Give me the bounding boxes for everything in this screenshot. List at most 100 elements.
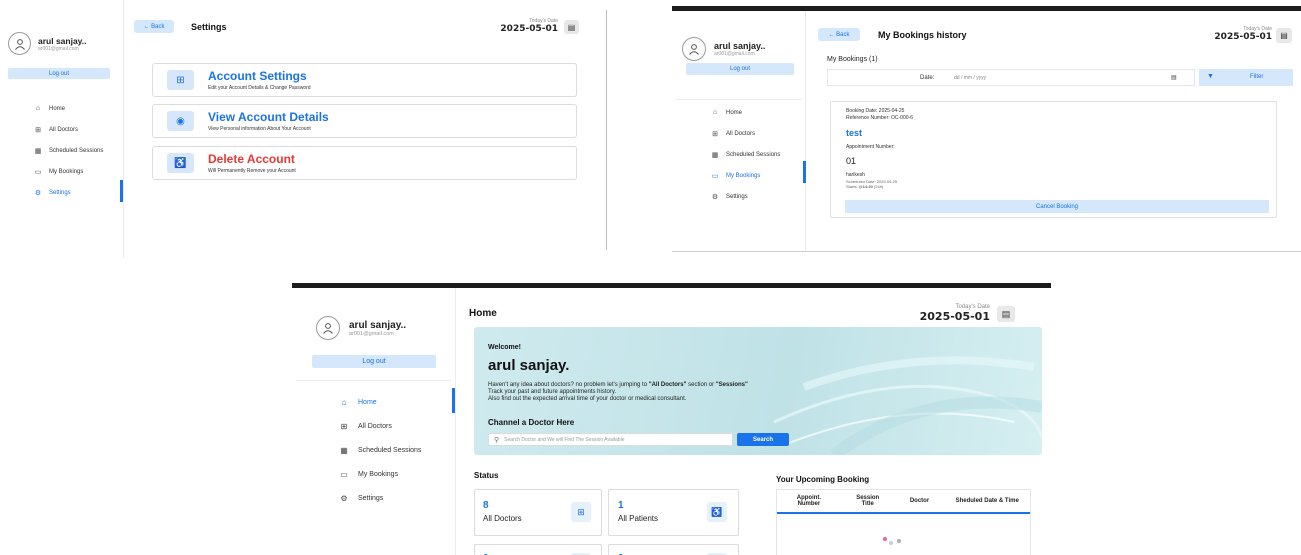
stat-label: All Patients [618,514,659,523]
panel-bottom-border [672,251,1301,252]
sidebar-item-label: Scheduled Sessions [726,151,781,158]
avatar [8,32,31,55]
cancel-booking-button[interactable]: Cancel Booking [845,200,1269,213]
stat-value: 1 [618,500,624,511]
sidebar: arul sanjay.. ar001@gmail.com Log out ⌂ H… [672,11,806,252]
home-screen: arul sanjay.. ar001@gmail.com Log out ⌂ H… [292,283,1051,555]
welcome-text: Welcome! [488,344,521,351]
building-icon: ⊞ [712,130,718,138]
card-desc: Will Permanently Remove your Account [208,168,296,174]
profile: arul sanjay.. ar001@gmail.com [8,32,87,55]
calendar-icon: ▦ [34,147,42,155]
active-indicator [120,180,123,202]
date-filter-label: Date: [920,74,935,81]
bookmark-icon: ▭ [34,168,42,176]
welcome-line-2: Track your past and future appointments … [488,389,617,395]
all-doctors-link: "All Doctors" [648,382,687,388]
wheelchair-icon: ♿ [707,502,727,522]
sidebar-item-my-bookings[interactable]: ▭ My Bookings [338,462,421,486]
sidebar-menu: ⌂ Home ⊞ All Doctors ▦ Scheduled Sessions ▭… [710,102,781,207]
card-title: Delete Account [208,152,295,166]
calendar-icon: ▤ [1280,31,1288,40]
stat-label: All Doctors [483,514,522,523]
back-button[interactable]: ← Back [818,28,860,41]
channel-heading: Channel a Doctor Here [488,418,575,427]
stat-value: 8 [483,500,489,511]
active-indicator [803,161,806,183]
sidebar-item-all-doctors[interactable]: ⊞ All Doctors [33,119,103,140]
sidebar-item-home[interactable]: ⌂ Home [338,390,421,414]
stat-card-doctors[interactable]: 8 All Doctors ⊞ [474,489,602,536]
today-date: Today's Date 2025-05-01 [1206,26,1272,42]
account-settings-card[interactable]: ⊞ Account Settings Edit your Account Deta… [152,63,577,97]
calendar-button[interactable]: ▤ [997,306,1015,322]
upcoming-heading: Your Upcoming Booking [776,475,870,484]
sidebar-item-home[interactable]: ⌂ Home [33,98,103,119]
delete-account-card[interactable]: ♿ Delete Account Will Permanently Remove … [152,146,577,180]
date-input[interactable]: dd / mm / yyyy [954,75,986,81]
sidebar-item-label: My Bookings [726,172,761,179]
user-email: ar001@gmail.com [38,45,79,52]
avatar [316,316,340,340]
page-title: Home [469,308,497,319]
avatar [682,37,706,61]
calendar-icon: ▦ [340,445,348,455]
calendar-icon: ▤ [567,22,576,32]
search-button[interactable]: Search [737,433,789,446]
bookmark-icon: ▭ [340,469,348,479]
welcome-banner: Welcome! arul sanjay. Haven't any idea a… [474,327,1042,455]
date-value: 2025-05-01 [919,310,990,323]
calendar-button[interactable]: ▤ [1276,28,1292,43]
start-time: Starts: @14:30 (24h) [846,184,883,189]
sidebar-item-my-bookings[interactable]: ▭ My Bookings [710,165,780,186]
sidebar-item-label: All Doctors [358,422,392,430]
today-date: Today's Date 2025-05-01 [912,304,990,323]
sidebar-item-settings[interactable]: ⚙ Settings [710,186,780,207]
gear-icon: ⚙ [340,493,348,503]
date-value: 2025-05-01 [500,24,558,34]
sidebar-item-scheduled-sessions[interactable]: ▦ Scheduled Sessions [710,144,781,165]
user-icon [323,323,333,334]
bookings-screen: arul sanjay.. ar001@gmail.com Log out ⌂ H… [672,6,1301,252]
sidebar-item-home[interactable]: ⌂ Home [710,102,780,123]
sidebar-item-scheduled-sessions[interactable]: ▦ Scheduled Sessions [33,140,104,161]
filter-icon: ▼ [1207,73,1214,80]
column-header: Session Title [856,495,880,507]
calendar-icon: ▦ [711,151,719,159]
bookmark-icon: ▭ [711,172,719,180]
panel-right-border [606,10,607,250]
sidebar-item-all-doctors[interactable]: ⊞ All Doctors [338,414,421,438]
column-header: Appoint. Number [796,495,822,507]
sidebar-item-label: All Doctors [726,130,756,137]
search-input[interactable]: ⚲ Search Doctor and We will Find The Ses… [488,433,733,446]
sidebar-item-scheduled-sessions[interactable]: ▦ Scheduled Sessions [338,438,421,462]
sidebar-item-all-doctors[interactable]: ⊞ All Doctors [710,123,780,144]
calendar-button[interactable]: ▤ [564,20,579,34]
logout-button[interactable]: Log out [8,68,110,79]
filter-button[interactable]: ▼ Filter [1199,69,1293,86]
stat-card-patients[interactable]: 1 All Patients ♿ [608,489,739,536]
building-icon: ⊞ [571,502,591,522]
stat-card[interactable]: 0 [474,544,602,555]
stat-card[interactable]: 0 [608,544,739,555]
sidebar-item-settings[interactable]: ⚙ Settings [338,486,421,510]
back-button[interactable]: ← Back [134,20,174,33]
card-desc: Edit your Account Details & Change Passw… [208,85,311,91]
logout-button[interactable]: Log out [686,63,794,75]
sidebar-item-my-bookings[interactable]: ▭ My Bookings [33,161,103,182]
sidebar-divider [297,380,451,381]
sidebar: arul sanjay.. ar001@gmail.com Log out ⌂ H… [0,0,124,258]
user-name: arul sanjay.. [349,319,407,331]
eye-icon: ◉ [167,111,194,131]
logout-button[interactable]: Log out [312,355,436,368]
start-value: @14:30 [858,184,873,189]
appointment-number: 01 [846,156,857,166]
view-account-card[interactable]: ◉ View Account Details View Personal info… [152,104,577,138]
doctor-name: harikesh [846,172,865,178]
building-icon: ⊞ [35,126,41,134]
sidebar-item-settings[interactable]: ⚙ Settings [33,182,103,203]
booking-date: Booking Date: 2025-04-25 [846,108,905,114]
line-text: Haven't any idea about doctors? no probl… [488,382,649,388]
calendar-icon[interactable]: ▤ [1171,74,1177,81]
welcome-description: Haven't any idea about doctors? no probl… [488,382,748,403]
